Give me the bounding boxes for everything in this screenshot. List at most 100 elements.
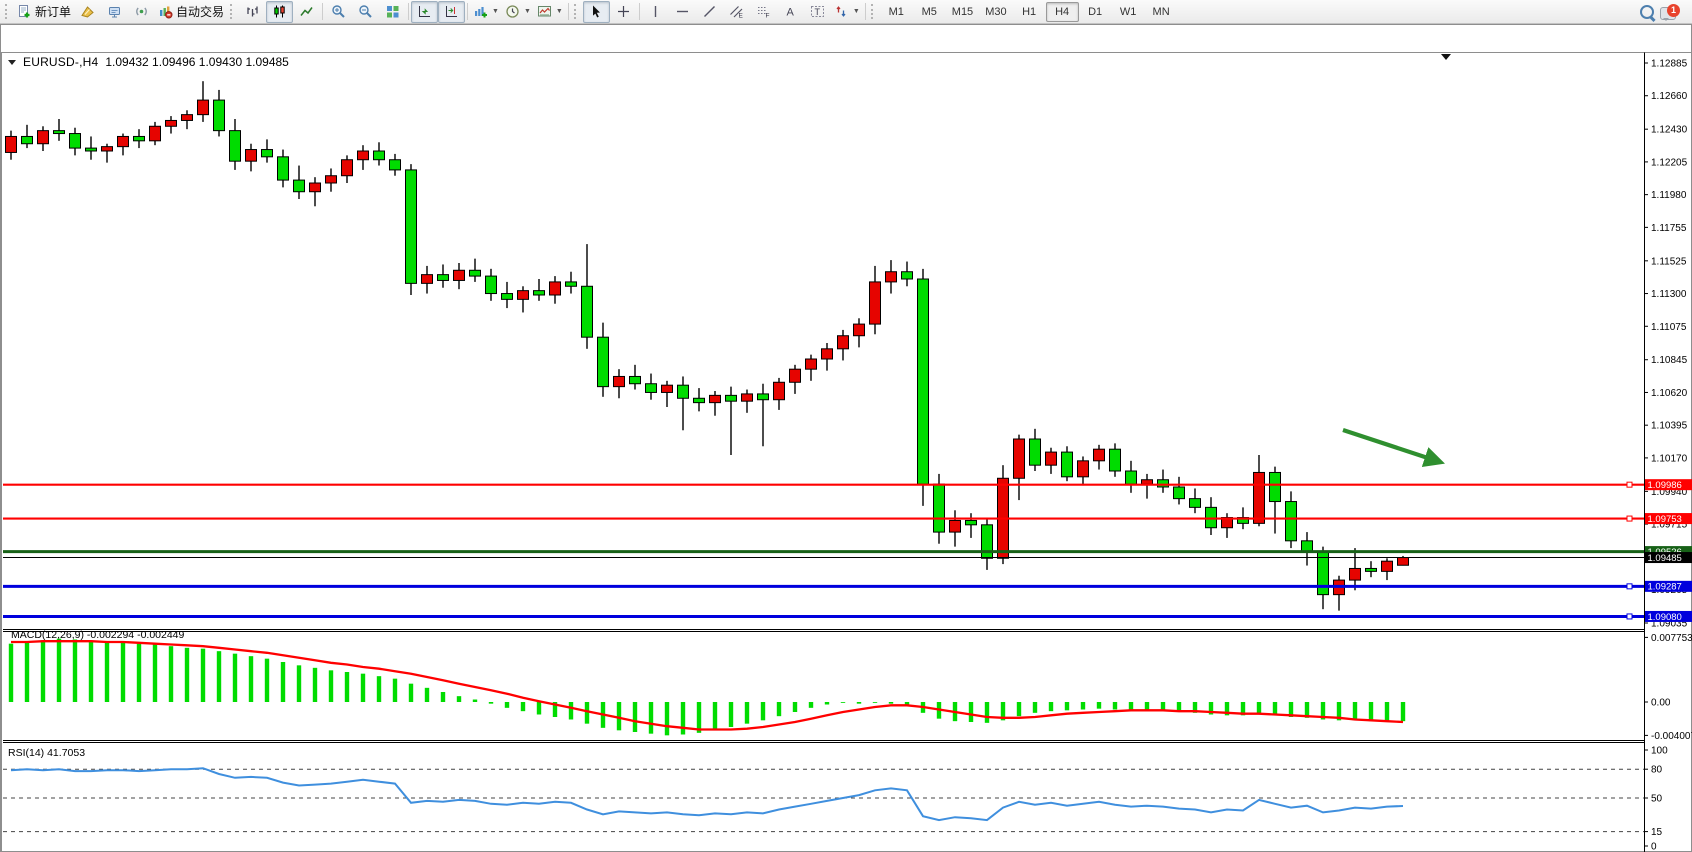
horizontal-line-button[interactable] (669, 1, 696, 23)
hline-handle[interactable] (1627, 482, 1632, 487)
timeframe-h1[interactable]: H1 (1013, 2, 1046, 22)
horizontal-line-objects[interactable] (3, 482, 1644, 619)
hline-handle[interactable] (1627, 516, 1632, 521)
zoom-in-button[interactable] (325, 1, 352, 23)
toolbar-separator (467, 3, 468, 20)
toolbar-separator (865, 3, 866, 20)
fibonacci-icon: F (756, 4, 771, 19)
chart-shift-marker-icon[interactable] (1441, 54, 1451, 65)
autotrading-label: 自动交易 (176, 3, 224, 20)
svg-text:1.12430: 1.12430 (1651, 125, 1688, 136)
svg-text:100: 100 (1651, 746, 1668, 757)
text-label-button[interactable]: T (804, 1, 831, 23)
text-button[interactable]: A (777, 1, 804, 23)
signals-button[interactable] (128, 1, 155, 23)
indicators-icon (473, 4, 488, 19)
one-click-trading-arrow-icon[interactable] (8, 60, 16, 69)
new-order-button[interactable]: 新订单 (14, 1, 74, 23)
toolbar-separator (408, 3, 409, 20)
arrows-button[interactable]: ▼ (831, 1, 863, 23)
green-trend-arrow[interactable] (1343, 430, 1437, 461)
crosshair-button[interactable] (610, 1, 637, 23)
trendline-button[interactable] (696, 1, 723, 23)
metaeditor-icon (80, 4, 95, 19)
new-order-label: 新订单 (35, 3, 71, 20)
toolbar-grip[interactable] (5, 4, 10, 19)
svg-text:1.09080: 1.09080 (1648, 612, 1682, 623)
toolbar-right-cluster: 1 (1640, 3, 1690, 21)
auto-scroll-button[interactable] (411, 1, 438, 23)
timeframe-w1[interactable]: W1 (1112, 2, 1145, 22)
candlestick-chart-icon (272, 4, 287, 19)
svg-text:A: A (786, 7, 794, 19)
chevron-down-icon: ▼ (492, 8, 499, 15)
timeframe-m15[interactable]: M15 (946, 2, 979, 22)
autotrading-button[interactable]: 自动交易 (155, 1, 227, 23)
candlestick-chart-button[interactable] (266, 1, 293, 23)
indicators-button[interactable]: ▼ (470, 1, 502, 23)
zoom-out-button[interactable] (352, 1, 379, 23)
cursor-icon (589, 4, 604, 19)
timeframe-m30[interactable]: M30 (979, 2, 1012, 22)
svg-text:1.10845: 1.10845 (1651, 355, 1688, 366)
price-axis[interactable]: 1.128851.126601.124301.122051.119801.117… (1644, 59, 1692, 630)
toolbar-separator (568, 3, 569, 20)
autotrading-icon (158, 4, 173, 19)
text-label-icon: T (810, 4, 825, 19)
toolbar-grip[interactable] (230, 4, 235, 19)
timeframe-d1[interactable]: D1 (1079, 2, 1112, 22)
fibonacci-button[interactable]: F (750, 1, 777, 23)
svg-text:T: T (814, 7, 820, 17)
timeframe-m1[interactable]: M1 (880, 2, 913, 22)
main-toolbar: 新订单 自动交易 (0, 0, 1692, 24)
chart-ohlc-values: 1.09432 1.09496 1.09430 1.09485 (105, 55, 289, 69)
tile-windows-icon (385, 4, 400, 19)
svg-text:1.11755: 1.11755 (1651, 223, 1687, 234)
zoom-out-icon (358, 4, 373, 19)
toolbar-grip[interactable] (871, 4, 876, 19)
metaeditor-button[interactable] (74, 1, 101, 23)
hline-handle[interactable] (1627, 614, 1632, 619)
timeframe-mn[interactable]: MN (1145, 2, 1178, 22)
macd-panel: 0.0077530.00-0.004007 (9, 633, 1692, 742)
timeframe-m5[interactable]: M5 (913, 2, 946, 22)
notification-badge: 1 (1667, 4, 1680, 17)
notifications-button[interactable]: 1 (1660, 3, 1682, 21)
timeframe-h4[interactable]: H4 (1046, 2, 1079, 22)
svg-text:1.11300: 1.11300 (1651, 289, 1687, 300)
templates-button[interactable]: ▼ (534, 1, 566, 23)
arrow-annotation[interactable] (1343, 430, 1437, 461)
search-icon[interactable] (1640, 5, 1654, 19)
line-chart-button[interactable] (293, 1, 320, 23)
svg-text:1.10395: 1.10395 (1651, 421, 1688, 432)
vertical-line-button[interactable] (642, 1, 669, 23)
chart-window: EURUSD-,H4 1.09432 1.09496 1.09430 1.094… (0, 24, 1692, 852)
toolbar-separator (322, 3, 323, 20)
svg-text:15: 15 (1651, 827, 1663, 838)
candles (6, 81, 1409, 610)
horizontal-line-icon (675, 4, 690, 19)
chart-shift-button[interactable] (438, 1, 465, 23)
periods-button[interactable]: ▼ (502, 1, 534, 23)
line-chart-icon (299, 4, 314, 19)
templates-icon (537, 4, 552, 19)
equidistant-channel-icon: E (729, 4, 744, 19)
chart-symbol-period: EURUSD-,H4 (23, 55, 98, 69)
toolbar-separator (639, 3, 640, 20)
svg-text:1.11980: 1.11980 (1651, 190, 1687, 201)
svg-text:1.12660: 1.12660 (1651, 91, 1688, 102)
price-chart-svg[interactable]: 1.128851.126601.124301.122051.119801.117… (1, 52, 1692, 852)
hline-handle[interactable] (1627, 584, 1632, 589)
equidistant-channel-button[interactable]: E (723, 1, 750, 23)
toolbar-grip[interactable] (574, 4, 579, 19)
community-button[interactable] (101, 1, 128, 23)
crosshair-icon (616, 4, 631, 19)
tile-windows-button[interactable] (379, 1, 406, 23)
svg-text:1.09986: 1.09986 (1648, 480, 1682, 491)
zoom-in-icon (331, 4, 346, 19)
trendline-icon (702, 4, 717, 19)
timeframe-group: M1M5M15M30H1H4D1W1MN (880, 2, 1178, 22)
new-order-icon (17, 4, 32, 19)
bar-chart-button[interactable] (239, 1, 266, 23)
cursor-button[interactable] (583, 1, 610, 23)
